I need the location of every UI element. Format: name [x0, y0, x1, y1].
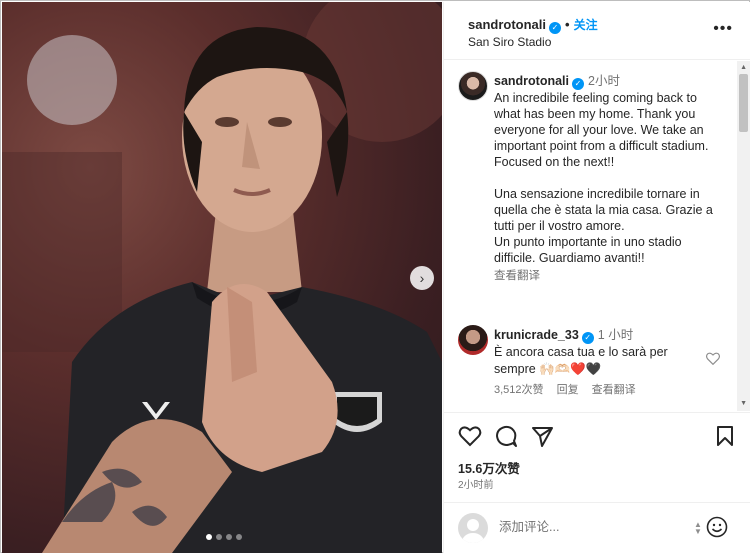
post-caption: sandrotonali ✓ 2小时 An incredibile feeling … [494, 73, 726, 284]
verified-icon: ✓ [549, 22, 562, 34]
author-username[interactable]: sandrotonali [468, 17, 546, 32]
post-timestamp: 2小时前 [458, 480, 494, 491]
carousel-dots [206, 534, 242, 540]
see-translation-link[interactable]: 查看翻译 [494, 268, 726, 284]
input-stepper-icon: ▲ ▼ [694, 520, 702, 536]
comment-text: È ancora casa tua e lo sarà per sempre 🙌… [494, 345, 668, 376]
share-paper-plane-icon[interactable] [531, 425, 553, 450]
caption-username[interactable]: sandrotonali [494, 74, 569, 88]
carousel-next-button[interactable]: › [410, 266, 434, 290]
caption-time: 2小时 [588, 74, 620, 88]
post-side-panel: sandrotonali ✓ • 关注 San Siro Stadio ••• san… [443, 2, 750, 553]
post-header: sandrotonali ✓ • 关注 San Siro Stadio ••• [444, 2, 750, 60]
comment-item: krunicrade_33 ✓ 1 小时 È ancora casa tua e l… [494, 327, 704, 399]
post-actions: 15.6万次赞 2小时前 [444, 412, 750, 502]
caption-text-english: An incredibile feeling coming back to wh… [494, 91, 709, 169]
caption-text-italian: Una sensazione incredibile tornare in qu… [494, 187, 713, 265]
author-line: sandrotonali ✓ • 关注 [468, 16, 598, 34]
author-avatar[interactable] [458, 71, 488, 101]
comment-translation-link[interactable]: 查看翻译 [592, 384, 636, 396]
emoji-smiley-icon[interactable] [706, 516, 728, 541]
post-likes-count[interactable]: 15.6万次赞 [458, 458, 520, 477]
verified-icon: ✓ [581, 332, 594, 344]
comment-bubble-icon[interactable] [495, 425, 517, 450]
reply-button[interactable]: 回复 [557, 384, 579, 396]
player-illustration: CASTORE [2, 2, 442, 553]
separator-dot: • [565, 17, 570, 32]
carousel-dot [216, 534, 222, 540]
add-comment-input[interactable] [499, 517, 699, 537]
carousel-dot [226, 534, 232, 540]
comment-time: 1 小时 [597, 328, 634, 342]
comment-meta: 3,512次赞 回复 查看翻译 [494, 382, 704, 399]
commenter-avatar[interactable] [458, 325, 488, 355]
scroll-up-arrow-icon[interactable]: ▲ [740, 64, 747, 71]
post-photo[interactable]: CASTORE › [2, 2, 442, 553]
location-link[interactable]: San Siro Stadio [468, 35, 551, 49]
carousel-dot [236, 534, 242, 540]
current-user-avatar [458, 513, 488, 543]
scroll-down-arrow-icon[interactable]: ▼ [740, 400, 747, 407]
more-options-icon[interactable]: ••• [713, 20, 733, 38]
instagram-post-window: CASTORE › [0, 0, 750, 553]
carousel-dot [206, 534, 212, 540]
comment-username[interactable]: krunicrade_33 [494, 328, 579, 342]
comment-likes[interactable]: 3,512次赞 [494, 384, 544, 396]
comments-section[interactable]: sandrotonali ✓ 2小时 An incredibile feeling … [444, 61, 750, 411]
save-bookmark-icon[interactable] [716, 425, 734, 450]
comment-composer: ▲▼ [444, 502, 750, 553]
scrollbar-thumb[interactable] [739, 74, 748, 132]
follow-button[interactable]: 关注 [574, 18, 598, 32]
verified-icon: ✓ [572, 78, 585, 90]
comment-like-heart-icon[interactable] [706, 352, 720, 368]
like-heart-icon[interactable] [458, 425, 482, 450]
